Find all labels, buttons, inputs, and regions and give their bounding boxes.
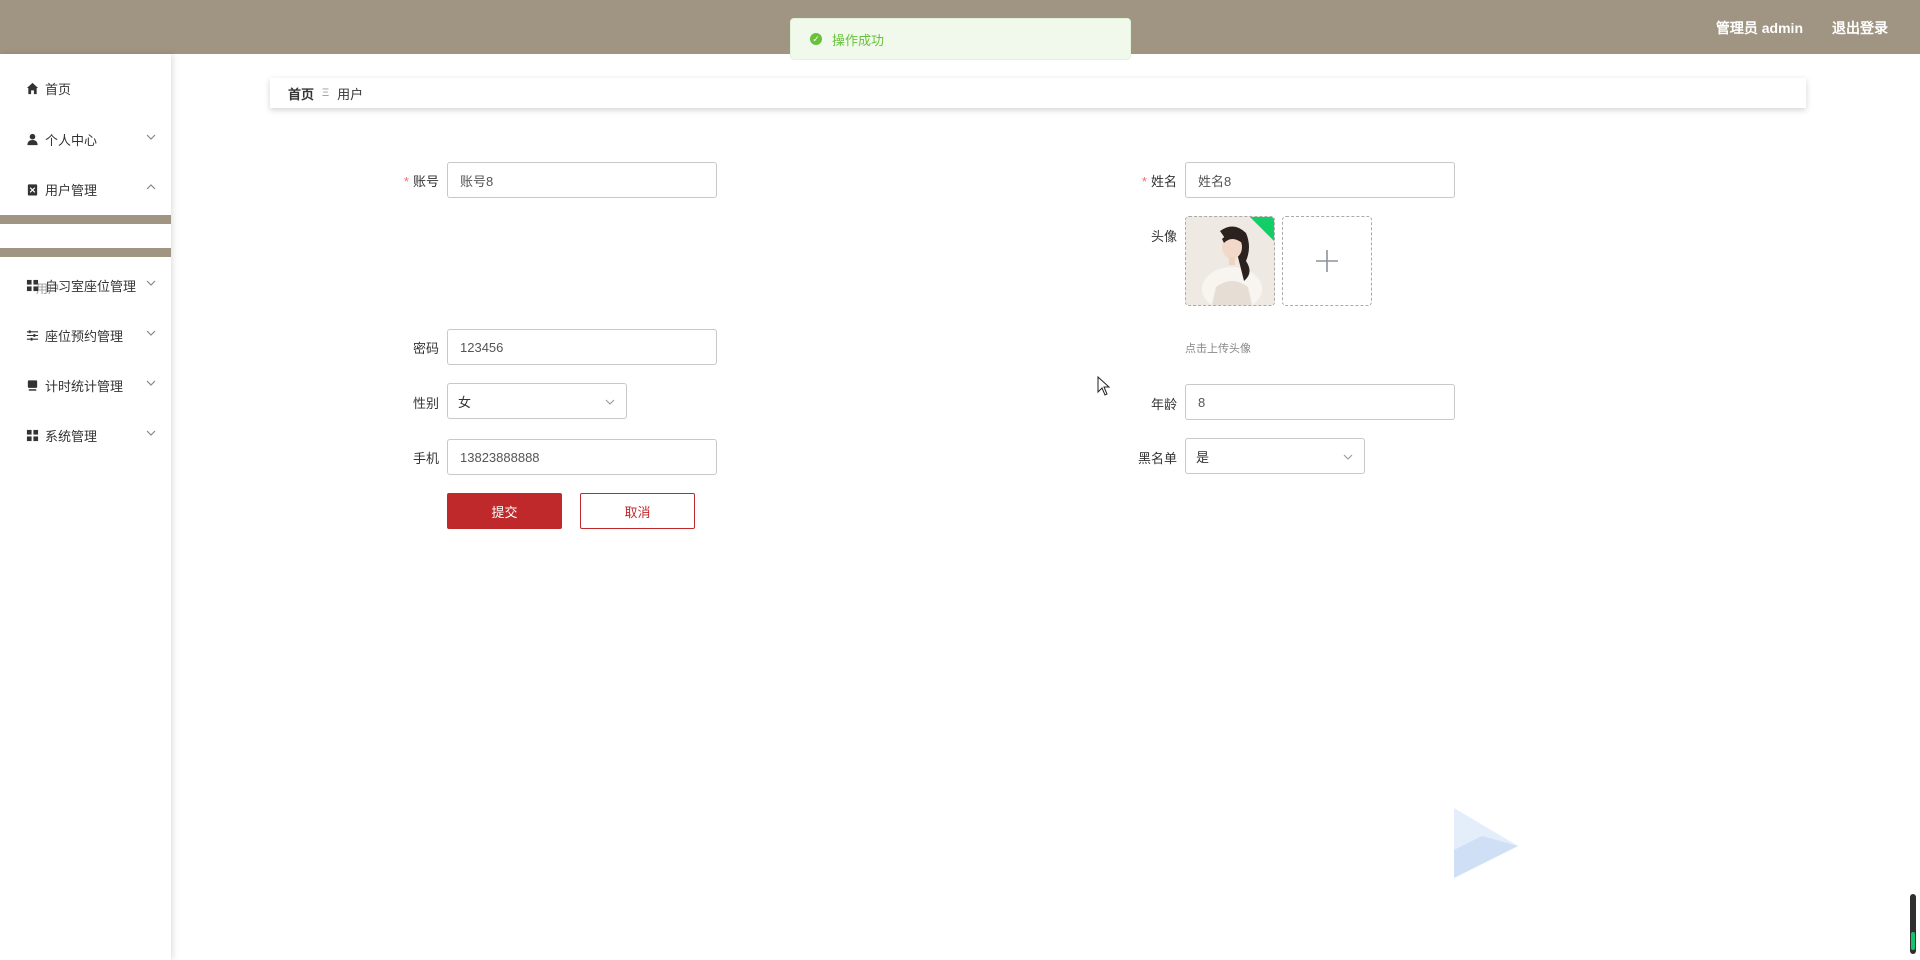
password-label: 密码 — [412, 341, 439, 356]
breadcrumb-current: 用户 — [337, 86, 364, 102]
chevron-up-icon — [146, 184, 156, 190]
sidebar-item-label: 个人中心 — [45, 132, 98, 148]
chevron-down-icon — [146, 430, 156, 436]
chevron-down-icon — [146, 134, 156, 140]
name-label: * 姓名 — [1141, 174, 1177, 189]
password-input[interactable] — [447, 329, 717, 365]
required-mark: * — [403, 174, 409, 189]
sidebar-item-label: 系统管理 — [45, 428, 98, 444]
plus-icon — [1316, 250, 1338, 272]
sidebar: 首页 个人中心 用户管理 用户 自习室座位管理 座位预约管理 计时统计管理 系统… — [0, 54, 171, 960]
name-input[interactable] — [1185, 162, 1455, 198]
sidebar-item-home[interactable]: 首页 — [0, 68, 171, 108]
submit-button[interactable]: 提交 — [447, 493, 562, 529]
sidebar-item-label: 用户管理 — [45, 182, 98, 198]
account-label: * 账号 — [403, 174, 439, 189]
admin-label: 管理员 admin — [1715, 20, 1803, 36]
submenu-divider-top — [0, 215, 171, 224]
scrollbar-indicator — [1911, 932, 1915, 950]
check-circle-icon: ✓ — [810, 33, 822, 45]
upload-success-badge — [1250, 217, 1274, 241]
required-mark: * — [1141, 174, 1147, 189]
sidebar-item-personal-center[interactable]: 个人中心 — [0, 119, 171, 159]
home-icon — [25, 81, 39, 95]
submenu-divider-bottom — [0, 248, 171, 257]
chevron-down-icon — [1343, 454, 1353, 460]
chevron-down-icon — [146, 280, 156, 286]
scrollbar-thumb[interactable] — [1910, 894, 1916, 954]
sidebar-item-seat-reservation[interactable]: 座位预约管理 — [0, 315, 171, 355]
sidebar-item-label: 首页 — [45, 81, 72, 97]
mouse-cursor-icon — [1097, 376, 1111, 396]
avatar-label: 头像 — [1150, 229, 1177, 244]
success-toast: ✓ 操作成功 — [790, 18, 1131, 60]
user-icon — [25, 132, 39, 146]
account-input[interactable] — [447, 162, 717, 198]
chevron-down-icon — [605, 399, 615, 405]
chevron-down-icon — [146, 380, 156, 386]
sidebar-item-study-room-seats[interactable]: 自习室座位管理 — [0, 265, 171, 305]
sliders-icon — [25, 328, 39, 342]
breadcrumb: 首页 Ξ 用户 — [270, 78, 1806, 108]
sidebar-item-label: 自习室座位管理 — [45, 278, 137, 294]
grid-icon — [25, 428, 39, 442]
gender-value: 女 — [458, 394, 472, 410]
phone-input[interactable] — [447, 439, 717, 475]
cancel-button[interactable]: 取消 — [580, 493, 695, 529]
sidebar-item-system-management[interactable]: 系统管理 — [0, 415, 171, 455]
play-logo-icon — [1454, 808, 1518, 878]
gender-label: 性别 — [412, 396, 439, 411]
blacklist-value: 是 — [1196, 449, 1210, 465]
age-label: 年龄 — [1150, 397, 1177, 412]
monitor-icon — [25, 378, 39, 392]
clipboard-icon — [25, 182, 39, 196]
toast-message: 操作成功 — [832, 32, 885, 48]
phone-label: 手机 — [412, 451, 439, 466]
breadcrumb-separator: Ξ — [322, 87, 330, 99]
gender-select[interactable]: 女 — [447, 383, 627, 419]
sidebar-item-label: 座位预约管理 — [45, 328, 124, 344]
upload-tip: 点击上传头像 — [1185, 343, 1251, 355]
avatar-upload-button[interactable] — [1282, 216, 1372, 306]
logout-link[interactable]: 退出登录 — [1832, 18, 1888, 38]
chevron-down-icon — [146, 330, 156, 336]
age-input[interactable] — [1185, 384, 1455, 420]
blacklist-label: 黑名单 — [1137, 451, 1177, 466]
avatar-preview[interactable] — [1185, 216, 1275, 306]
sidebar-item-user-management[interactable]: 用户管理 — [0, 169, 171, 209]
sidebar-item-label: 计时统计管理 — [45, 378, 124, 394]
breadcrumb-home[interactable]: 首页 — [288, 84, 314, 103]
sidebar-item-timing-statistics[interactable]: 计时统计管理 — [0, 365, 171, 405]
blacklist-select[interactable]: 是 — [1185, 438, 1365, 474]
grid-icon — [25, 278, 39, 292]
